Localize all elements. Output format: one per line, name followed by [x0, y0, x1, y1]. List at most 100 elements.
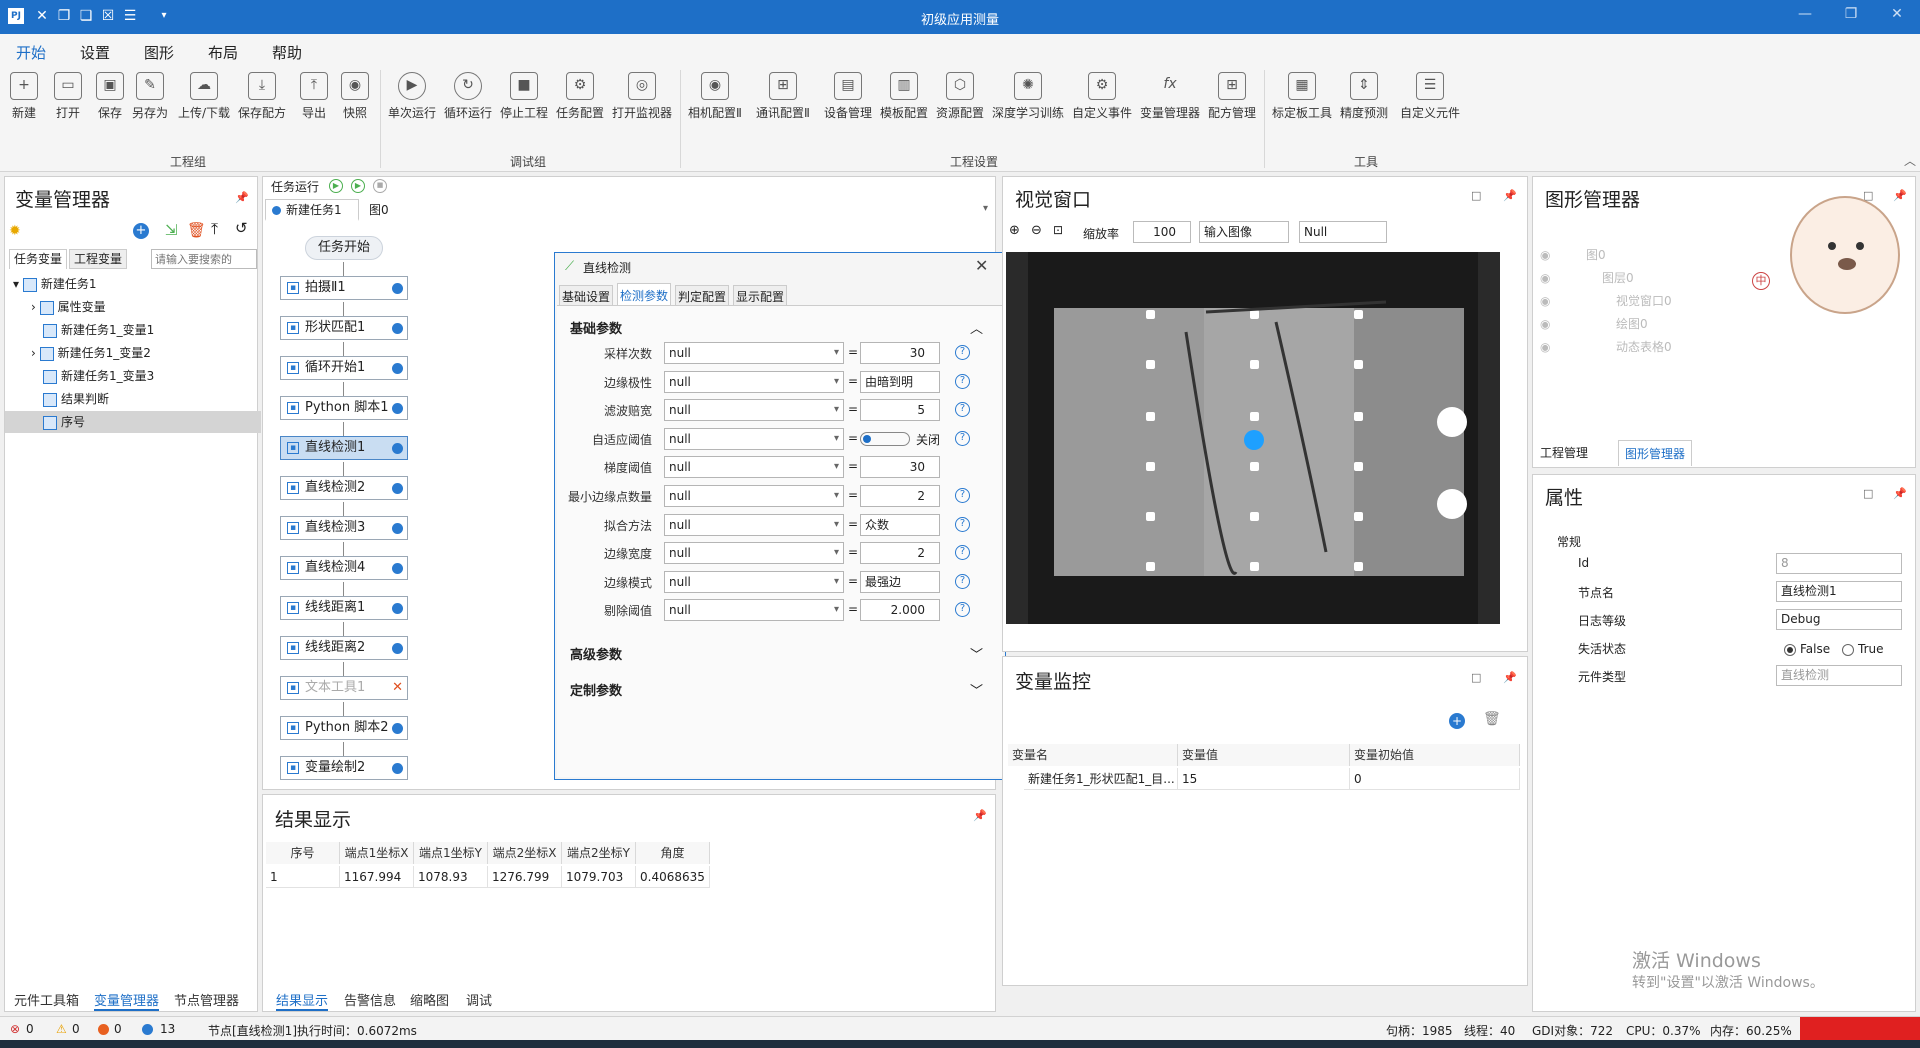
save-recipe-button[interactable]: ⤓ 保存配方: [238, 72, 286, 121]
custom-event-button[interactable]: ⚙ 自定义事件: [1072, 72, 1132, 121]
section-basic-params[interactable]: 基础参数: [570, 318, 622, 337]
graph-item[interactable]: 绘图0: [1616, 315, 1648, 332]
flow-node[interactable]: ▪ Python 脚本2: [280, 716, 408, 740]
tab-thumbnails[interactable]: 缩略图: [410, 990, 449, 1009]
source-select[interactable]: 输入图像: [1199, 221, 1289, 243]
sun-icon[interactable]: ✹: [9, 223, 29, 241]
param-select[interactable]: null: [664, 370, 844, 393]
help-icon[interactable]: ?: [955, 373, 970, 389]
tree-item-attrs[interactable]: › 属性变量: [5, 296, 261, 318]
param-value[interactable]: 5: [860, 399, 940, 422]
resource-config-button[interactable]: ⬡ 资源配置: [936, 72, 984, 121]
help-icon[interactable]: ?: [955, 488, 970, 503]
param-value[interactable]: 由暗到明: [860, 370, 940, 393]
pin-icon[interactable]: 📌: [1503, 671, 1517, 684]
upload-icon[interactable]: ⤒: [211, 219, 218, 239]
image-view[interactable]: [1006, 252, 1500, 624]
flow-node[interactable]: ▪ 线线距离1: [280, 596, 408, 620]
flow-node[interactable]: ▪ Python 脚本1: [280, 396, 408, 420]
help-icon[interactable]: ?: [955, 516, 970, 532]
tab-detect-params[interactable]: 检测参数: [617, 283, 672, 307]
help-icon[interactable]: ?: [955, 430, 970, 446]
zoom-in-icon[interactable]: ⊕: [1009, 223, 1020, 238]
pin-icon[interactable]: 📌: [1503, 189, 1517, 202]
graph-item[interactable]: 图0: [1586, 246, 1606, 263]
export-button[interactable]: ⤒ 导出: [300, 72, 328, 121]
flow-node[interactable]: ▪ 直线检测3: [280, 516, 408, 540]
help-icon[interactable]: ?: [955, 573, 970, 589]
info-orange-icon[interactable]: [98, 1024, 109, 1035]
help-icon[interactable]: ?: [955, 345, 970, 360]
collapse-ribbon-icon[interactable]: ︿: [1904, 152, 1916, 169]
snapshot-button[interactable]: ◉ 快照: [341, 72, 369, 121]
eye-icon[interactable]: ◉: [1540, 340, 1550, 354]
add-monitor-icon[interactable]: +: [1449, 713, 1465, 729]
property-value[interactable]: 直线检测1: [1776, 581, 1902, 602]
graph-item[interactable]: 图层0: [1602, 269, 1634, 286]
tab-graph-manager[interactable]: 图形管理器: [1618, 440, 1693, 466]
menu-layout[interactable]: 布局: [208, 42, 238, 63]
tree-item-var1[interactable]: 新建任务1_变量1: [5, 319, 261, 341]
single-run-button[interactable]: ▶ 单次运行: [388, 72, 436, 121]
minimize-button[interactable]: —: [1790, 6, 1820, 26]
error-icon[interactable]: ⊗: [10, 1022, 20, 1036]
param-select[interactable]: null: [664, 599, 844, 622]
graph-item[interactable]: 视觉窗口0: [1616, 292, 1672, 309]
collapse-basic-icon[interactable]: ︿: [970, 318, 983, 337]
deep-learning-button[interactable]: ✺ 深度学习训练: [992, 72, 1064, 121]
task-start-node[interactable]: 任务开始: [305, 236, 383, 260]
save-button[interactable]: ▣ 保存: [96, 72, 124, 121]
warning-icon[interactable]: ⚠: [56, 1022, 67, 1036]
run-loop-icon[interactable]: ▶: [351, 179, 365, 193]
eye-icon[interactable]: ◉: [1540, 317, 1550, 331]
tab-variable-manager[interactable]: 变量管理器: [94, 990, 160, 1011]
flow-node[interactable]: ▪ 形状匹配1: [280, 316, 408, 340]
add-icon[interactable]: +: [133, 223, 149, 239]
pin-icon[interactable]: 📌: [235, 191, 249, 204]
eye-icon[interactable]: ◉: [1540, 294, 1550, 308]
tree-item-task1[interactable]: ▾ 新建任务1: [5, 273, 261, 295]
param-select[interactable]: null: [664, 542, 844, 565]
ime-zh-icon[interactable]: 中: [1752, 272, 1770, 290]
loop-run-button[interactable]: ↻ 循环运行: [444, 72, 492, 121]
open-button[interactable]: ▭ 打开: [54, 72, 82, 121]
section-custom-params[interactable]: 定制参数: [570, 680, 622, 699]
tab-results[interactable]: 结果显示: [276, 990, 329, 1011]
tab-component-toolbox[interactable]: 元件工具箱: [14, 990, 79, 1009]
expand-advanced-icon[interactable]: ﹀: [970, 644, 983, 663]
upload-download-button[interactable]: ☁ 上传/下载: [178, 72, 230, 121]
flow-node[interactable]: ▪ 拍摄Ⅱ1: [280, 276, 408, 300]
param-select[interactable]: null: [664, 342, 844, 364]
import-icon[interactable]: ⇲: [165, 221, 178, 239]
eye-icon[interactable]: ◉: [1540, 271, 1550, 285]
flow-node[interactable]: ▪ 直线检测4: [280, 556, 408, 580]
delete-monitor-icon[interactable]: 🗑: [1483, 711, 1501, 727]
expand-custom-icon[interactable]: ﹀: [970, 680, 983, 699]
stop-project-button[interactable]: ■ 停止工程: [500, 72, 548, 121]
tree-item-index[interactable]: 序号: [5, 411, 261, 433]
flow-node[interactable]: ▪ 循环开始1: [280, 356, 408, 380]
radio-false[interactable]: [1784, 644, 1796, 656]
eye-icon[interactable]: ◉: [1540, 248, 1550, 262]
recipe-manager-button[interactable]: ⊞ 配方管理: [1208, 72, 1256, 121]
tabs-dropdown-icon[interactable]: ▾: [983, 203, 988, 214]
param-select[interactable]: null: [664, 570, 844, 593]
section-advanced-params[interactable]: 高级参数: [570, 644, 622, 663]
tab-alarms[interactable]: 告警信息: [344, 990, 396, 1009]
maximize-icon[interactable]: □: [1471, 671, 1481, 684]
param-value[interactable]: 30: [860, 456, 940, 479]
overlay-select[interactable]: Null: [1299, 221, 1387, 243]
tree-item-result[interactable]: 结果判断: [5, 388, 261, 410]
param-select[interactable]: null: [664, 427, 844, 450]
monitor-cell[interactable]: 0: [1350, 768, 1520, 790]
delete-icon[interactable]: 🗑: [187, 221, 206, 239]
maximize-icon[interactable]: □: [1863, 487, 1873, 500]
param-value[interactable]: 30: [860, 342, 940, 364]
param-value[interactable]: 最强边: [860, 570, 940, 593]
menu-help[interactable]: 帮助: [272, 42, 302, 63]
save-as-button[interactable]: ✎ 另存为: [132, 72, 168, 121]
fit-icon[interactable]: ⊡: [1053, 223, 1063, 237]
device-manager-button[interactable]: ▤ 设备管理: [824, 72, 872, 121]
search-input[interactable]: [151, 249, 257, 269]
param-value[interactable]: 2: [860, 485, 940, 507]
